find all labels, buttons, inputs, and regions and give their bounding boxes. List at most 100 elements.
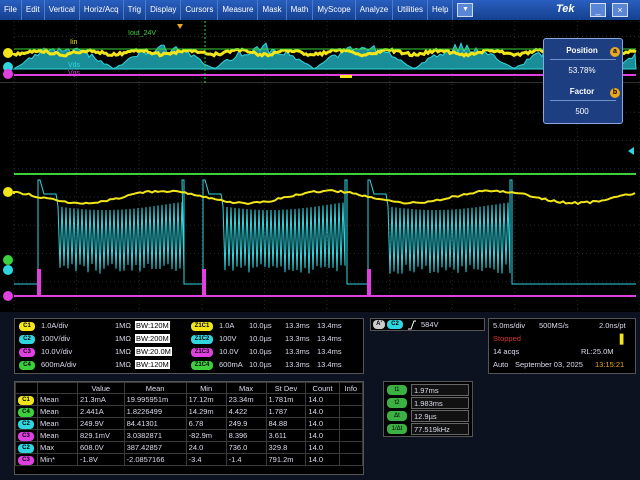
- menu-vertical[interactable]: Vertical: [45, 0, 80, 20]
- trigger-mode: Auto: [493, 360, 508, 369]
- trigger-level: 584V: [421, 320, 439, 329]
- channel-row-3[interactable]: C3 10.0V/div 1MΩ BW:20.0M Z1C3 10.0V 10.…: [15, 346, 365, 359]
- z1c4-t3: 13.4ms: [317, 360, 342, 369]
- ch2-badge[interactable]: C2: [19, 335, 35, 344]
- menu-bar: File Edit Vertical Horiz/Acq Trig Displa…: [0, 0, 640, 20]
- menu-file[interactable]: File: [0, 0, 22, 20]
- close-button[interactable]: ×: [612, 3, 628, 17]
- cursor-value: 1.97ms: [411, 384, 469, 396]
- meas-min: 17.12m: [186, 394, 226, 406]
- meas-stdev: 329.8: [266, 442, 306, 454]
- table-row[interactable]: C4 Mean 2.441A 1.8226499 14.29m 4.422 1.…: [16, 406, 363, 418]
- measurements-table: Value Mean Min Max St Dev Count Info C1 …: [15, 382, 363, 466]
- meas-channel-badge: C3: [18, 456, 34, 465]
- cursor-value: 1.983ms: [411, 397, 469, 409]
- channel-row-4[interactable]: C4 600mA/div 1MΩ BW:120M Z1C4 600mA 10.0…: [15, 359, 365, 372]
- meas-type: Mean: [38, 418, 78, 430]
- zoom-position-panel[interactable]: Position a 53.78% Factor b 500: [543, 38, 623, 124]
- cursor-label: Δt: [387, 411, 407, 421]
- meas-count: 14.0: [306, 394, 339, 406]
- knob-a-icon[interactable]: a: [610, 47, 620, 57]
- z1c2-badge[interactable]: Z1C2: [191, 335, 213, 344]
- knob-b-icon[interactable]: b: [610, 88, 620, 98]
- factor-value: 500: [544, 107, 620, 116]
- ch4-marker-icon[interactable]: [3, 255, 13, 265]
- meas-stdev: 1.781m: [266, 394, 306, 406]
- menu-math[interactable]: Math: [287, 0, 314, 20]
- z1c1-t2: 13.3ms: [285, 321, 310, 330]
- zoom-position-marker[interactable]: [340, 75, 352, 78]
- menu-myscope[interactable]: MyScope: [313, 0, 355, 20]
- ch4-badge[interactable]: C4: [19, 361, 35, 370]
- menu-horiz-acq[interactable]: Horiz/Acq: [80, 0, 124, 20]
- meas-mean: 3.0382871: [124, 430, 186, 442]
- menu-display[interactable]: Display: [146, 0, 181, 20]
- z1c2-t1: 10.0µs: [249, 334, 272, 343]
- menu-dropdown-icon[interactable]: ▼: [457, 3, 473, 17]
- ch1-impedance: 1MΩ: [115, 321, 131, 330]
- position-label: Position: [544, 46, 620, 55]
- header-info: Info: [339, 383, 362, 394]
- table-row[interactable]: C1 Mean 21.3mA 19.995951m 17.12m 23.34m …: [16, 394, 363, 406]
- timebase-scale: 5.0ms/div: [493, 321, 525, 330]
- z1c1-badge[interactable]: Z1C1: [191, 322, 213, 331]
- sample-rate: 500MS/s: [539, 321, 569, 330]
- cursor-readout[interactable]: t1 1.97ms t2 1.983ms Δt 12.9µs 1/Δt 77.5…: [383, 381, 473, 437]
- ch1-scale: 1.0A/div: [41, 321, 68, 330]
- menu-cursors[interactable]: Cursors: [181, 0, 218, 20]
- meas-mean: -2.0857166: [124, 454, 186, 466]
- measurements-header: Value Mean Min Max St Dev Count Info: [16, 383, 363, 394]
- table-row[interactable]: C3 Min* -1.8V -2.0857166 -3.4 -1.4 791.2…: [16, 454, 363, 466]
- factor-label: Factor: [544, 87, 620, 96]
- ch3-marker-icon[interactable]: [3, 291, 13, 301]
- menu-help[interactable]: Help: [428, 0, 453, 20]
- meas-max: 23.34m: [226, 394, 266, 406]
- ch2-marker-icon[interactable]: [3, 265, 13, 275]
- channel-row-2[interactable]: C2 100V/div 1MΩ BW:200M Z1C2 100V 10.0µs…: [15, 333, 365, 346]
- header-max: Max: [226, 383, 266, 394]
- minimize-button[interactable]: _: [590, 3, 606, 17]
- z1c1-t1: 10.0µs: [249, 321, 272, 330]
- meas-channel-badge: C1: [18, 396, 34, 405]
- table-row[interactable]: C2 Max 608.0V 387.42857 24.0 736.0 329.8…: [16, 442, 363, 454]
- ch1-marker-icon[interactable]: [3, 187, 13, 197]
- channel-row-1[interactable]: C1 1.0A/div 1MΩ BW:120M Z1C1 1.0A 10.0µs…: [15, 320, 365, 333]
- meas-type: Mean: [38, 394, 78, 406]
- position-divider: [550, 59, 616, 60]
- trigger-readout[interactable]: A' C2 584V: [370, 318, 485, 331]
- z1c2-scale: 100V: [219, 334, 237, 343]
- meas-value: 829.1mV: [78, 430, 125, 442]
- meas-min: -82.9m: [186, 430, 226, 442]
- menu-analyze[interactable]: Analyze: [356, 0, 393, 20]
- meas-count: 14.0: [306, 418, 339, 430]
- zoom-label-vds: Vds: [68, 62, 81, 69]
- menu-edit[interactable]: Edit: [22, 0, 45, 20]
- ch3-bandwidth: BW:20.0M: [135, 347, 172, 356]
- menu-utilities[interactable]: Utilities: [393, 0, 428, 20]
- meas-channel-badge: C2: [18, 444, 34, 453]
- meas-mean: 84.41301: [124, 418, 186, 430]
- z1c3-badge[interactable]: Z1C3: [191, 348, 213, 357]
- z1c4-badge[interactable]: Z1C4: [191, 361, 213, 370]
- ch1-badge[interactable]: C1: [19, 322, 35, 331]
- meas-stdev: 3.611: [266, 430, 306, 442]
- menu-measure[interactable]: Measure: [218, 0, 258, 20]
- measurements-panel[interactable]: Value Mean Min Max St Dev Count Info C1 …: [14, 381, 364, 475]
- menu-trig[interactable]: Trig: [124, 0, 146, 20]
- z1c3-t2: 13.3ms: [285, 347, 310, 356]
- brand-logo: Tek: [556, 3, 575, 15]
- ch3-badge[interactable]: C3: [19, 348, 35, 357]
- table-row[interactable]: C2 Mean 249.9V 84.41301 6.78 249.9 84.88…: [16, 418, 363, 430]
- zoom-ch3-marker-icon[interactable]: [3, 69, 13, 79]
- zoom-ch1-marker-icon[interactable]: [3, 48, 13, 58]
- table-row[interactable]: C3 Mean 829.1mV 3.0382871 -82.9m 8.396 3…: [16, 430, 363, 442]
- header-type: [38, 383, 78, 394]
- timebase-readout[interactable]: 5.0ms/div 500MS/s 2.0ns/pt Stopped ❚ 14 …: [488, 318, 636, 374]
- menu-mask[interactable]: Mask: [258, 0, 286, 20]
- header-stdev: St Dev: [266, 383, 306, 394]
- z1c3-t3: 13.4ms: [317, 347, 342, 356]
- trace-vgs: [14, 270, 636, 296]
- meas-info: [339, 454, 362, 466]
- time: 13:15:21: [595, 360, 624, 369]
- meas-count: 14.0: [306, 430, 339, 442]
